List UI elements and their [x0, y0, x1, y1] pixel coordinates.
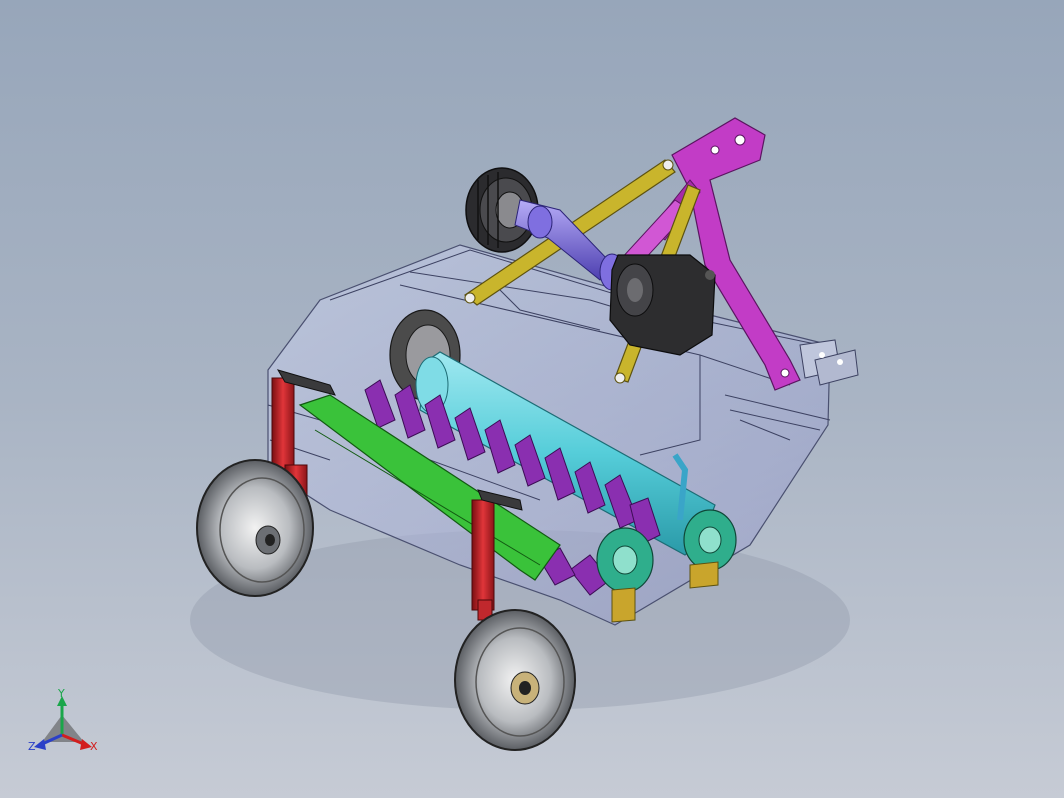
coordinate-triad: Y Z X	[28, 687, 98, 753]
wheel-left[interactable]	[196, 459, 314, 597]
z-axis-label: Z	[28, 740, 36, 753]
wheel-right[interactable]	[454, 609, 576, 751]
x-axis-label: X	[90, 740, 98, 753]
gearbox[interactable]	[609, 254, 716, 356]
z-axis-arrow	[34, 739, 46, 750]
y-axis-label: Y	[57, 687, 65, 700]
cad-viewport[interactable]: Y Z X	[0, 0, 1064, 798]
